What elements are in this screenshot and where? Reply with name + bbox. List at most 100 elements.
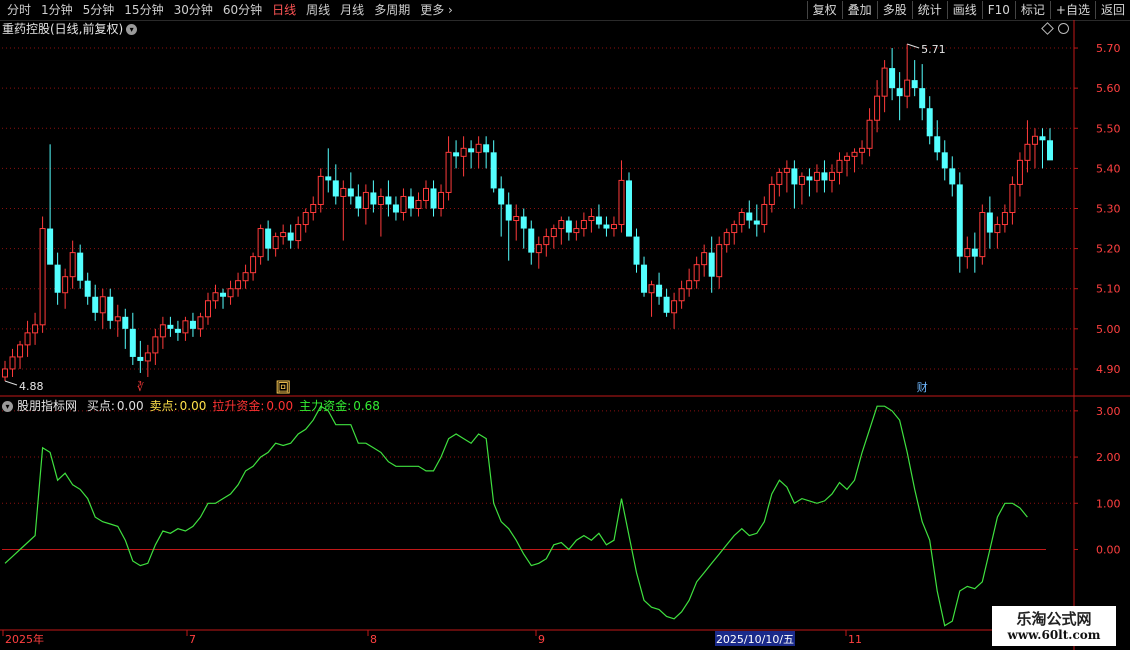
candle <box>385 180 392 217</box>
candle <box>731 220 738 245</box>
candle-body <box>603 224 610 229</box>
stock-title[interactable]: 重药控股(日线,前复权) ▾ <box>2 21 138 37</box>
price-tick-label: 5.70 <box>1096 42 1121 55</box>
high-marker-arrow <box>907 43 920 49</box>
chevron-down-icon[interactable]: ▾ <box>2 401 13 412</box>
stock-title-text: 重药控股(日线,前复权) <box>2 22 124 36</box>
candle-body <box>347 188 354 197</box>
price-axis: 5.70 5.60 5.50 5.40 5.30 5.20 5.10 5.00 4.90 <box>1074 42 1121 376</box>
candle <box>971 232 978 273</box>
candle <box>656 272 663 305</box>
candle-body <box>738 212 745 226</box>
candle-body <box>550 228 557 238</box>
candle-body <box>453 152 460 157</box>
candle-body <box>92 296 99 313</box>
candle <box>588 208 595 233</box>
candle-body <box>783 167 790 173</box>
candle <box>821 160 828 193</box>
candle <box>686 268 693 297</box>
settings-circle-icon[interactable] <box>1058 23 1069 34</box>
candle <box>836 152 843 185</box>
candle <box>994 216 1001 249</box>
chevron-down-icon[interactable]: ▾ <box>126 24 138 35</box>
candle <box>761 196 768 233</box>
candle <box>520 208 527 249</box>
candle <box>941 140 948 181</box>
candle <box>99 288 106 329</box>
candle <box>453 140 460 169</box>
indicator-tick-label: 0.00 <box>1096 543 1121 556</box>
candle <box>122 308 129 349</box>
candle-body <box>994 224 1001 234</box>
price-tick-label: 5.00 <box>1096 323 1121 336</box>
candle-body <box>1009 183 1016 214</box>
candle-body <box>295 224 302 242</box>
candle-body <box>1016 159 1023 185</box>
candle <box>159 316 166 349</box>
candle-body <box>182 320 189 334</box>
candle <box>934 120 941 161</box>
candle-body <box>483 144 490 153</box>
candle-body <box>866 119 873 149</box>
candle-body <box>881 67 888 97</box>
candle-body <box>310 203 317 214</box>
indicator-title[interactable]: ▾ 股朋指标网 买点: 0.00 卖点: 0.00 拉升资金: 0.00 主力资金: 0.68 <box>2 398 382 414</box>
candle-body <box>625 180 632 237</box>
candle <box>24 320 31 357</box>
indicator-name: 股朋指标网 <box>17 399 78 413</box>
candle <box>844 152 851 177</box>
candle-body <box>1047 140 1053 161</box>
candle-body <box>250 256 257 274</box>
candle <box>776 168 783 197</box>
candle-body <box>62 276 69 294</box>
candle <box>490 140 497 193</box>
event-marker-label: 财 <box>917 380 928 394</box>
candle <box>430 180 437 217</box>
candle-body <box>460 147 467 157</box>
high-marker-label: 5.71 <box>921 43 946 56</box>
candle <box>603 216 610 237</box>
candle-body <box>17 344 24 358</box>
candle <box>2 360 8 381</box>
candle-body <box>701 252 708 266</box>
candle <box>1016 152 1023 197</box>
candle <box>197 312 204 337</box>
candle-body <box>189 320 196 329</box>
candle <box>475 136 482 169</box>
candle-body <box>362 191 369 209</box>
candle <box>716 236 723 289</box>
candle <box>400 188 407 221</box>
low-marker-label: 4.88 <box>19 380 44 393</box>
candle <box>407 188 414 217</box>
candle-body <box>415 199 422 209</box>
candle-body <box>851 151 858 157</box>
candle-body <box>9 356 16 370</box>
candle-body <box>430 188 437 209</box>
candle <box>919 64 926 121</box>
candle <box>573 220 580 241</box>
candle-body <box>325 176 332 181</box>
candle <box>415 192 422 217</box>
candle-body <box>302 212 309 226</box>
candle-body <box>468 148 475 153</box>
candle-body <box>618 179 625 226</box>
candle <box>528 220 535 265</box>
candle <box>152 328 159 365</box>
candle-body <box>693 264 700 282</box>
candle <box>355 184 362 217</box>
candle-body <box>813 171 820 181</box>
candle <box>92 284 99 321</box>
candle <box>317 168 324 213</box>
candle-body <box>490 152 497 189</box>
candle-body <box>956 184 963 257</box>
candle-body <box>99 296 106 314</box>
candle <box>783 160 790 193</box>
candle-body <box>641 264 648 293</box>
candle <box>257 224 264 265</box>
candle-body <box>844 155 851 161</box>
kline-chart[interactable]: 5.70 5.60 5.50 5.40 5.30 5.20 5.10 5.00 4.90 3.0… <box>0 0 1130 650</box>
candle <box>107 288 114 329</box>
candle-body <box>24 332 31 346</box>
candle-body <box>77 252 84 281</box>
candle-body <box>54 264 61 293</box>
